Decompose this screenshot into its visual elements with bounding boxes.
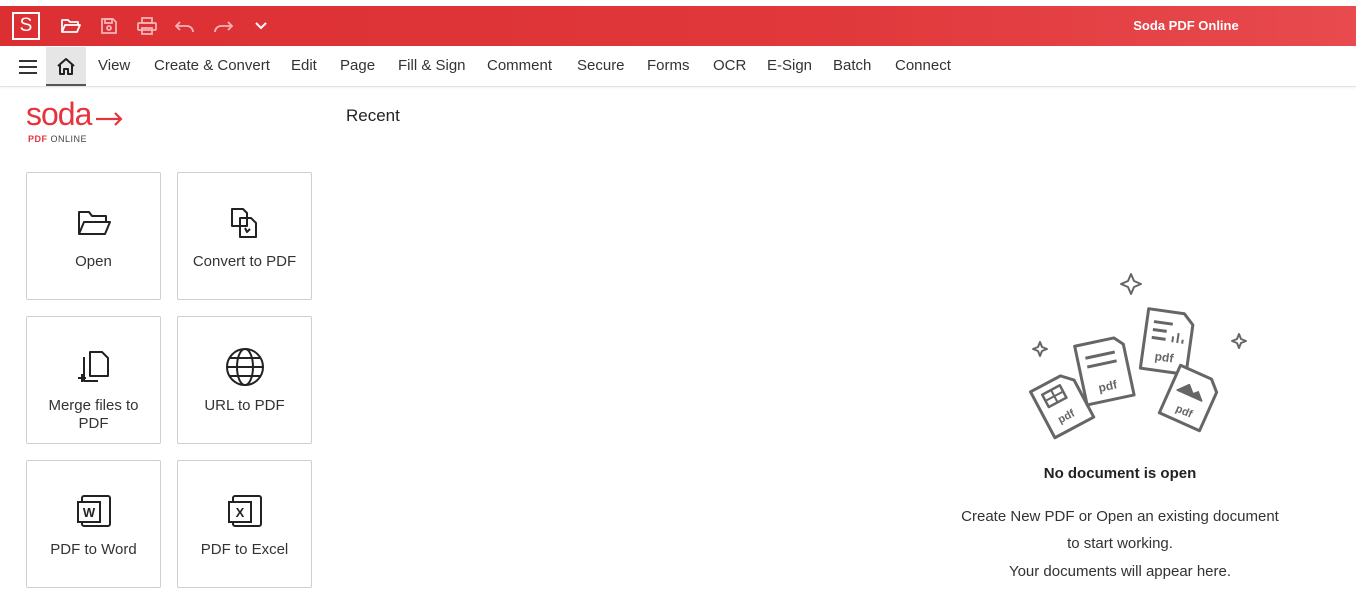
pdf-to-word-tile[interactable]: W PDF to Word — [26, 460, 161, 588]
open-tile[interactable]: Open — [26, 172, 161, 300]
convert-to-pdf-tile[interactable]: Convert to PDF — [177, 172, 312, 300]
merge-files-tile-label: Merge files to PDF — [48, 397, 139, 432]
empty-state-line-1: Create New PDF or Open an existing docum… — [961, 508, 1279, 525]
word-icon: W — [76, 495, 111, 527]
empty-documents-illustration: pdf pdf pdf pdf — [1028, 273, 1247, 440]
url-to-pdf-tile-label: URL to PDF — [204, 397, 285, 414]
app-logo[interactable]: S — [12, 12, 40, 40]
tab-forms[interactable]: Forms — [647, 46, 690, 86]
open-button[interactable] — [56, 13, 86, 39]
recent-heading: Recent — [346, 106, 400, 125]
pdf-to-excel-tile[interactable]: X PDF to Excel — [177, 460, 312, 588]
svg-text:W: W — [82, 505, 95, 520]
redo-icon — [214, 21, 233, 33]
open-icon — [61, 19, 81, 33]
home-icon — [57, 57, 75, 75]
tab-ocr[interactable]: OCR — [713, 46, 746, 86]
empty-state-line-2: to start working. — [1067, 535, 1173, 552]
tab-secure[interactable]: Secure — [577, 46, 625, 86]
pdf-to-word-tile-label: PDF to Word — [50, 541, 137, 558]
tab-create-convert[interactable]: Create & Convert — [154, 46, 270, 86]
merge-icon — [77, 351, 109, 382]
hamburger-menu-button[interactable] — [14, 56, 42, 78]
tab-page[interactable]: Page — [340, 46, 375, 86]
print-icon — [137, 17, 157, 35]
url-to-pdf-tile[interactable]: URL to PDF — [177, 316, 312, 444]
undo-icon — [175, 21, 194, 33]
undo-button[interactable] — [170, 13, 200, 39]
empty-state-title: No document is open — [1043, 465, 1197, 482]
ribbon-menu: View Create & Convert Edit Page Fill & S… — [0, 46, 1356, 87]
logo-online-text: ONLINE — [50, 134, 88, 144]
print-button[interactable] — [132, 13, 162, 39]
tab-connect[interactable]: Connect — [895, 46, 951, 86]
folder-open-icon — [77, 211, 111, 235]
save-icon — [101, 18, 117, 34]
logo-subtitle: PDF ONLINE — [28, 134, 87, 144]
window-title: Soda PDF Online — [1133, 18, 1239, 33]
globe-icon — [225, 348, 264, 386]
soda-pdf-logo: soda PDF ONLINE — [26, 96, 136, 146]
pdf-to-excel-tile-label: PDF to Excel — [200, 541, 289, 558]
convert-icon — [230, 208, 257, 238]
logo-pdf-text: PDF — [28, 134, 48, 144]
tab-edit[interactable]: Edit — [291, 46, 317, 86]
open-tile-label: Open — [75, 253, 112, 270]
tab-esign[interactable]: E-Sign — [767, 46, 812, 86]
tab-batch[interactable]: Batch — [833, 46, 871, 86]
empty-state-line-3: Your documents will appear here. — [1008, 563, 1232, 580]
title-bar: S Soda PDF Online — [0, 6, 1356, 46]
redo-button[interactable] — [208, 13, 238, 39]
logo-wordmark: soda — [26, 96, 92, 132]
tab-fill-sign[interactable]: Fill & Sign — [398, 46, 466, 86]
hamburger-icon — [19, 60, 37, 74]
logo-arrow-icon — [96, 112, 123, 126]
tab-view[interactable]: View — [98, 46, 130, 86]
excel-icon: X — [227, 495, 262, 527]
more-quick-access-button[interactable] — [246, 13, 276, 39]
chevron-down-icon — [255, 22, 267, 30]
merge-files-tile[interactable]: Merge files to PDF — [26, 316, 161, 444]
tab-comment[interactable]: Comment — [487, 46, 552, 86]
convert-to-pdf-tile-label: Convert to PDF — [192, 253, 297, 270]
svg-text:pdf: pdf — [1154, 349, 1175, 366]
tab-home[interactable] — [46, 47, 86, 86]
save-button[interactable] — [94, 13, 124, 39]
svg-text:X: X — [235, 505, 244, 520]
